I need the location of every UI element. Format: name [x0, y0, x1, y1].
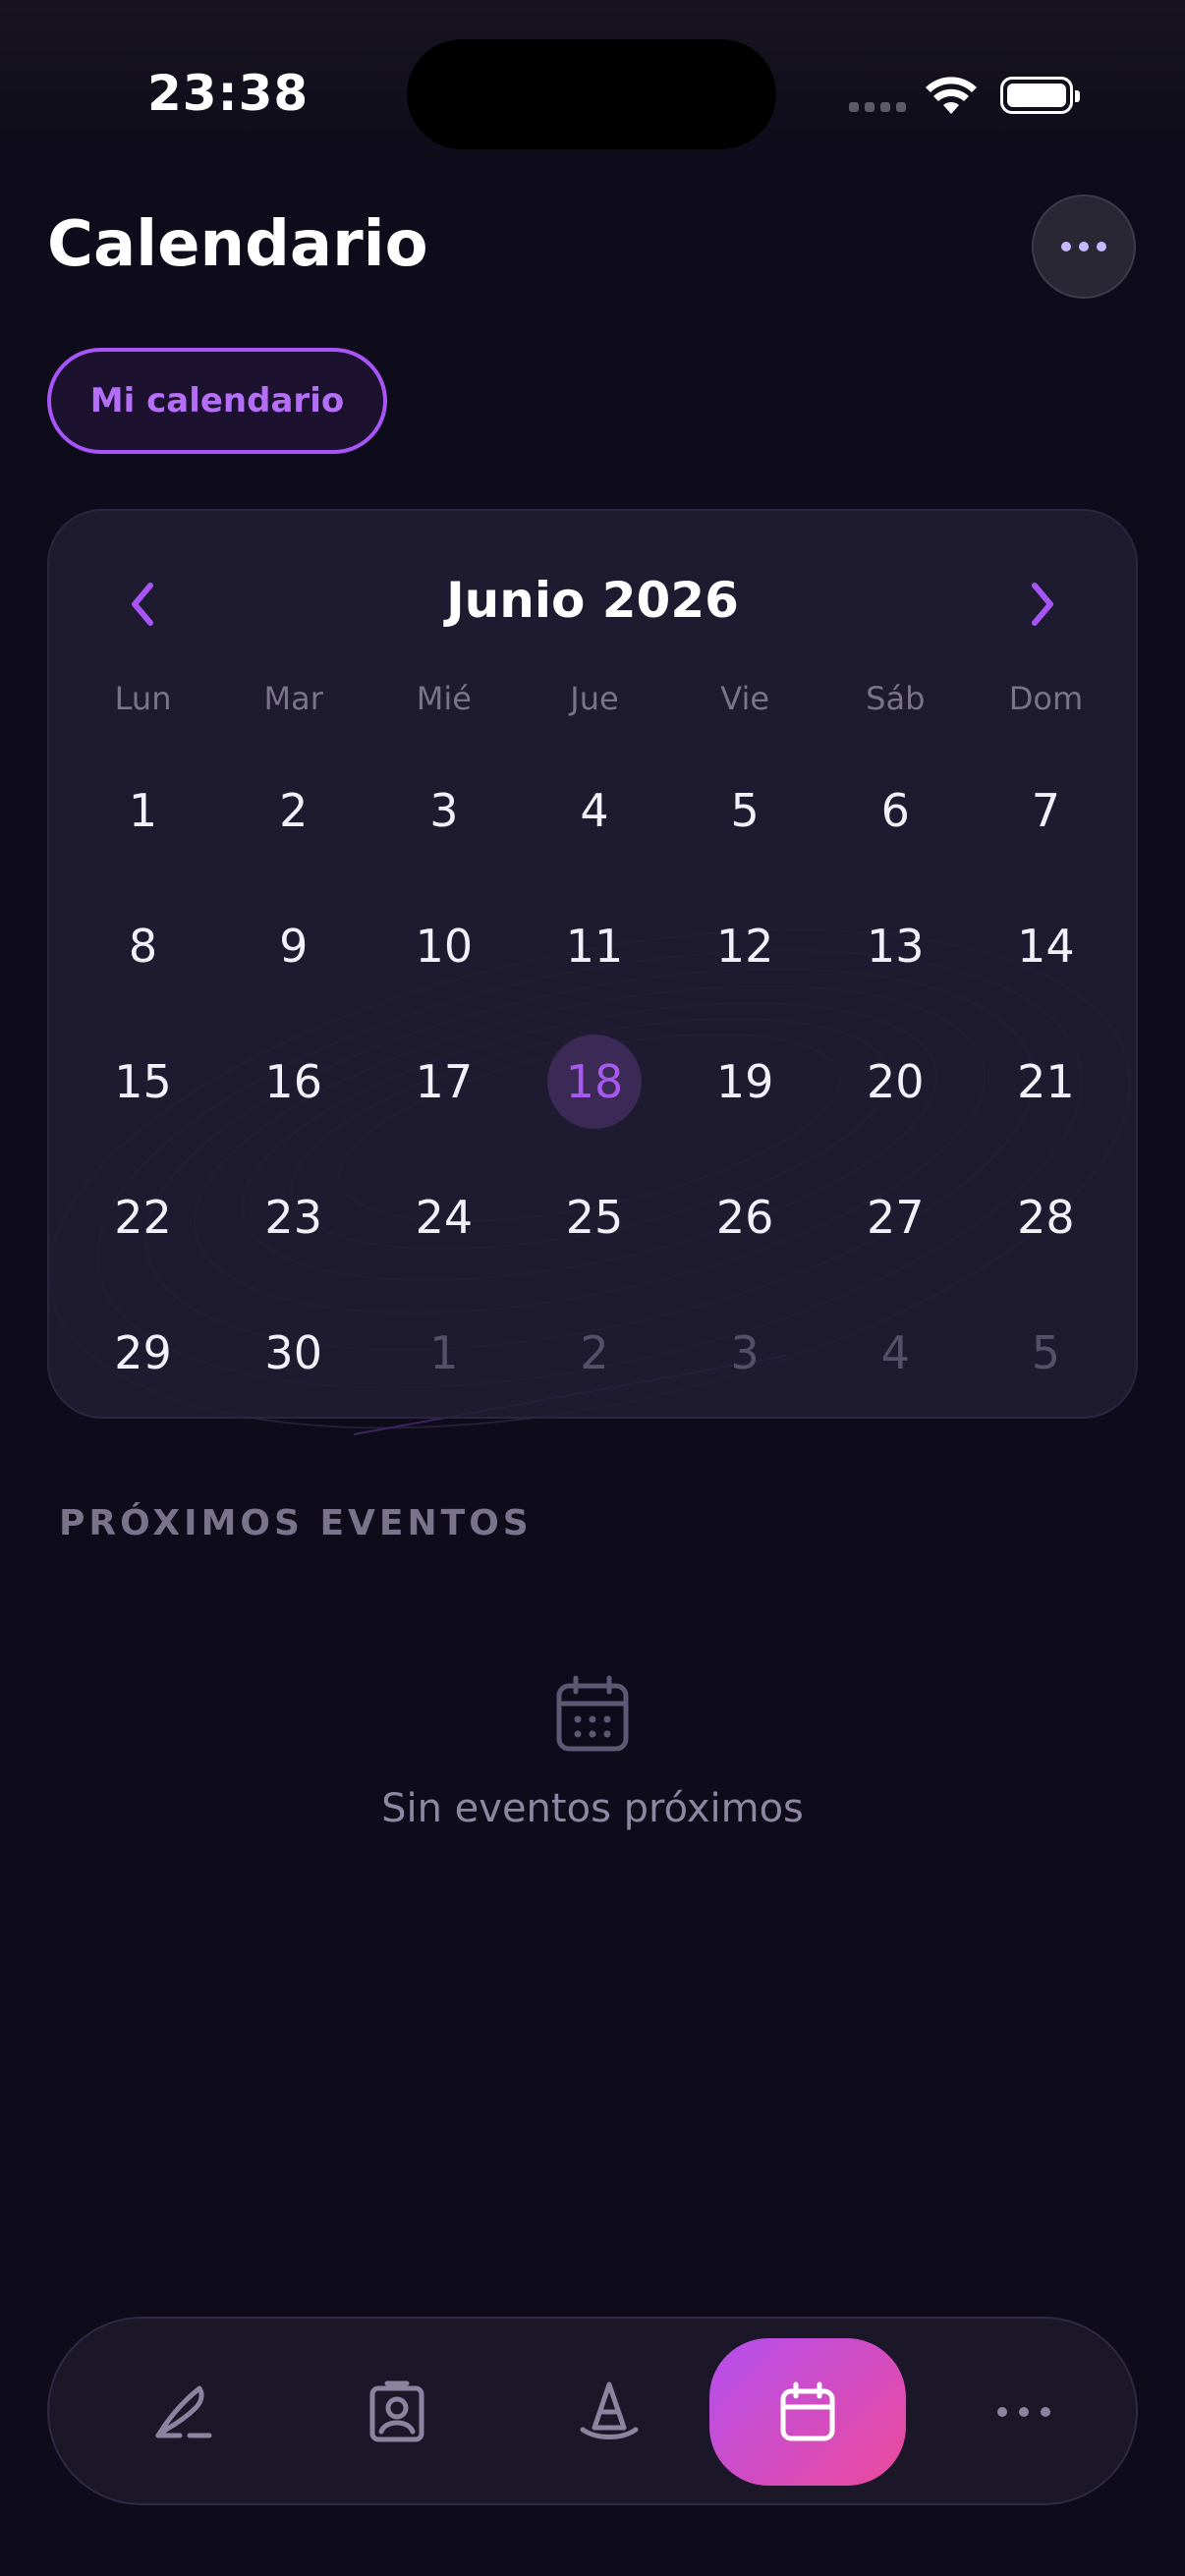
calendar-day-next-month[interactable]: 5	[954, 1285, 1136, 1417]
upcoming-events-heading: PRÓXIMOS EVENTOS	[59, 1503, 533, 1543]
calendar-day[interactable]: 14	[954, 878, 1136, 1014]
tab-write[interactable]	[86, 2338, 283, 2486]
contact-badge-icon	[369, 2380, 424, 2442]
calendar-day-grid: 1 2 3 4 5 6 7 8 9 10 11 12 13 14 15 16 1…	[85, 743, 1136, 1417]
dynamic-island	[407, 39, 776, 149]
status-time: 23:38	[147, 65, 310, 122]
page-title: Calendario	[47, 208, 428, 281]
calendar-day[interactable]: 7	[954, 743, 1136, 878]
calendar-header: Junio 2026	[49, 550, 1136, 639]
more-options-button[interactable]	[1032, 195, 1136, 299]
weekday-label: Dom	[1008, 680, 1084, 717]
month-title: Junio 2026	[446, 572, 739, 629]
tab-bar	[47, 2317, 1138, 2505]
wifi-icon	[926, 77, 977, 114]
feather-pen-icon	[155, 2385, 212, 2438]
next-month-button[interactable]	[998, 560, 1087, 648]
empty-events-message: Sin eventos próximos	[381, 1786, 804, 1831]
tab-contacts[interactable]	[299, 2338, 495, 2486]
wizard-hat-icon	[580, 2381, 639, 2439]
calendar-day[interactable]: 28	[954, 1149, 1136, 1285]
weekday-header-row: Lun Mar Mié Jue Vie Sáb Dom	[85, 680, 1136, 717]
ellipsis-icon	[1061, 242, 1071, 252]
calendar-icon	[780, 2381, 835, 2441]
chevron-right-icon	[1032, 583, 1053, 626]
calendar-day[interactable]: 21	[954, 1014, 1136, 1149]
calendar-filter-chip[interactable]: Mi calendario	[47, 348, 387, 454]
calendar-card: Junio 2026 Lun Mar Mié Jue Vie Sáb Dom 1…	[47, 509, 1138, 1419]
calendar-icon	[556, 1675, 629, 1752]
tab-wizard[interactable]	[511, 2338, 707, 2486]
battery-icon	[1000, 77, 1080, 114]
status-bar: 23:38	[0, 0, 1185, 177]
tab-more[interactable]	[926, 2338, 1122, 2486]
ellipsis-icon	[997, 2407, 1050, 2417]
tab-calendar[interactable]	[709, 2338, 906, 2486]
cellular-signal-icon	[849, 102, 906, 112]
